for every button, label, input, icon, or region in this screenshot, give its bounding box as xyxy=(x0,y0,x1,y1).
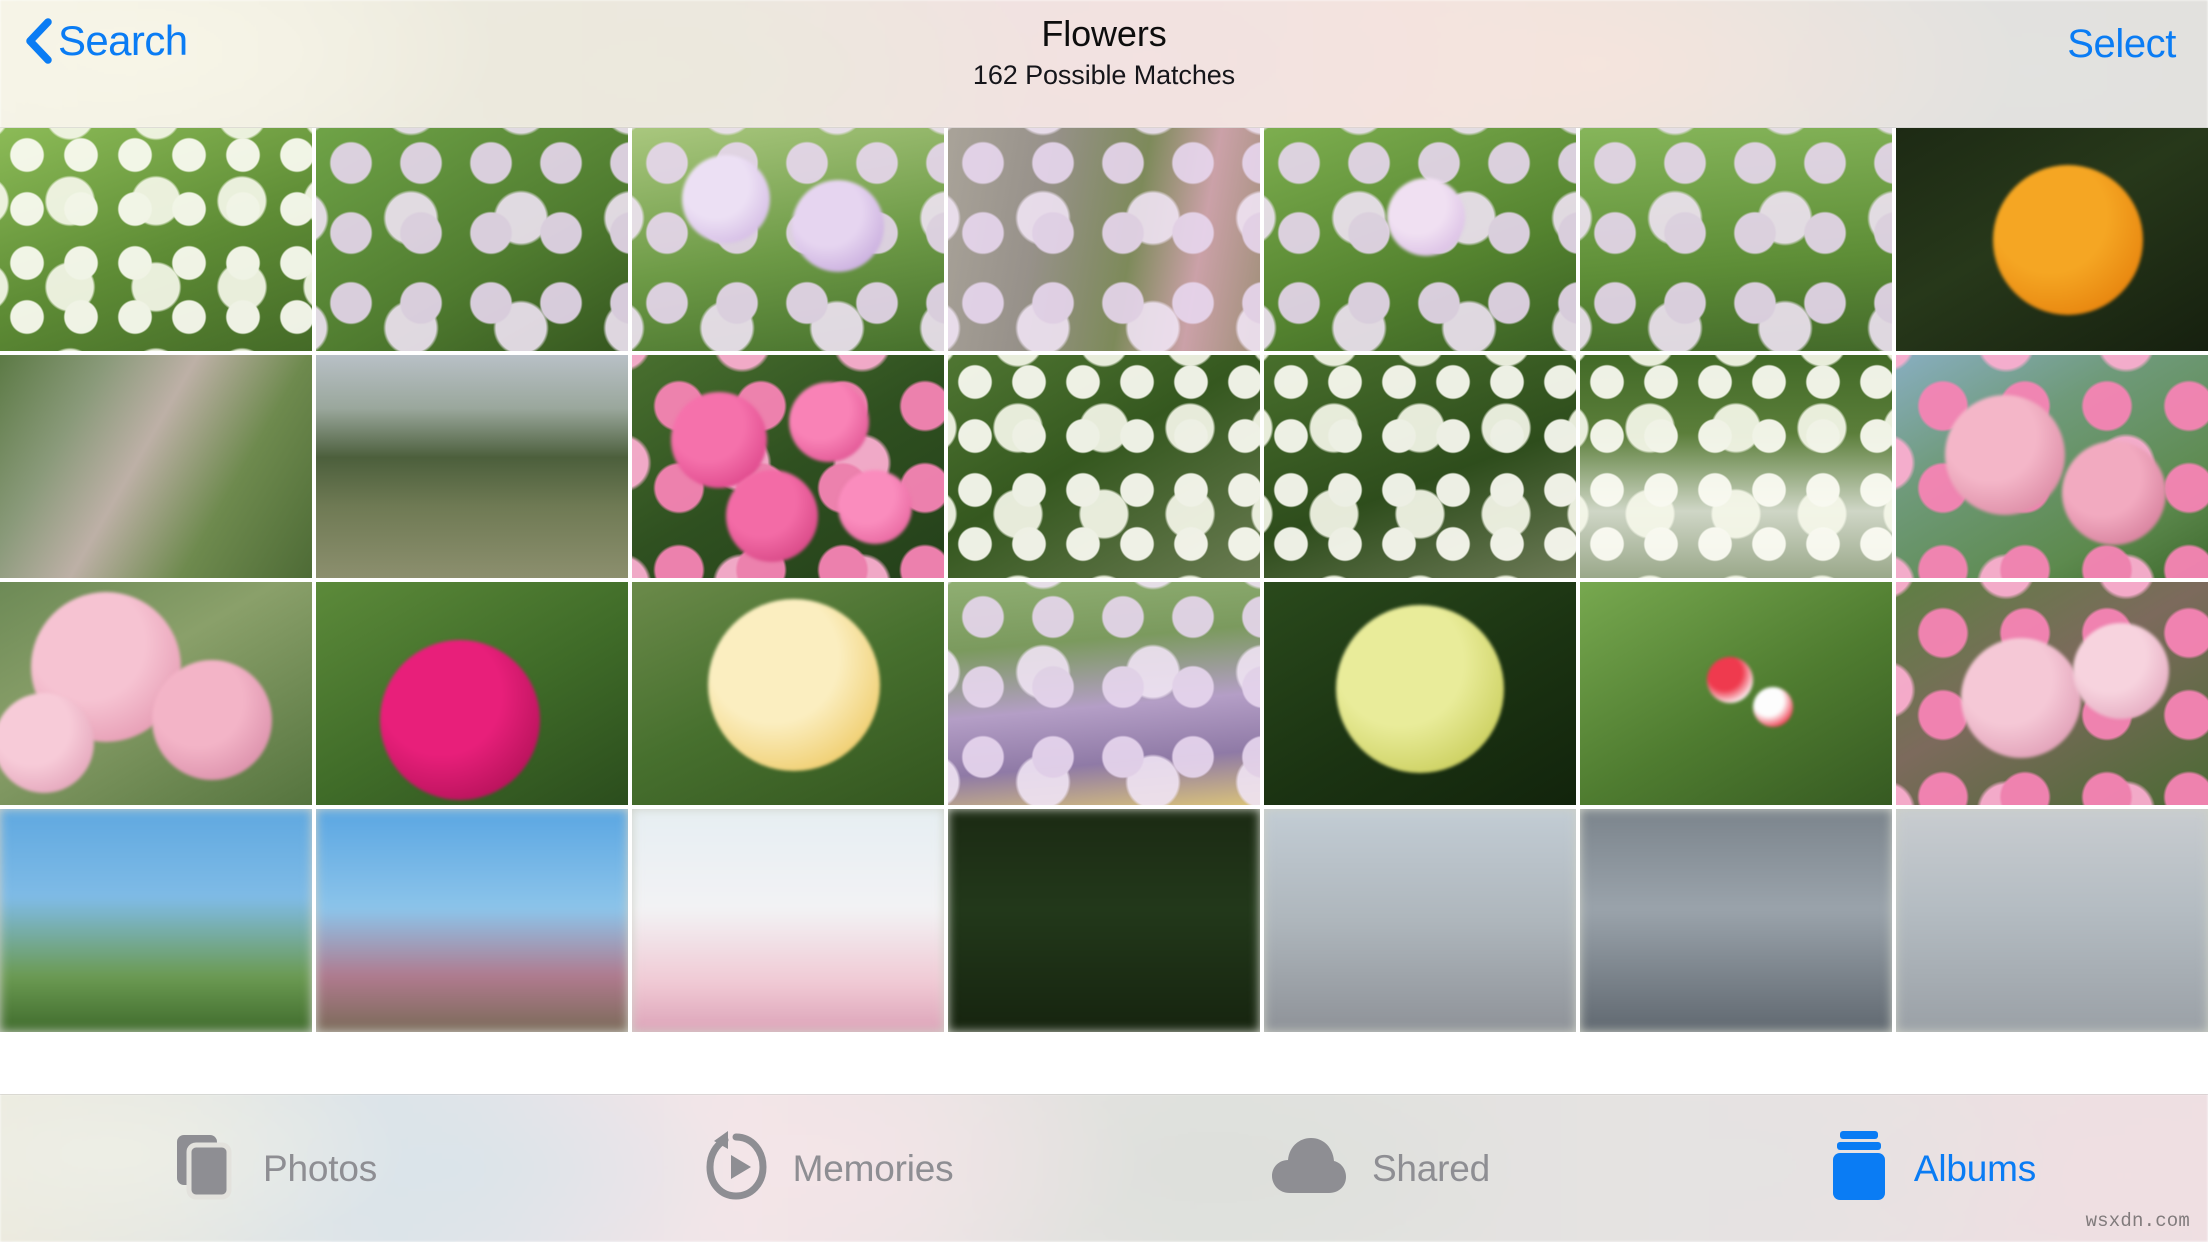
photo-thumbnail[interactable] xyxy=(0,355,312,578)
photo-thumbnail[interactable] xyxy=(316,355,628,578)
navbar-hairline xyxy=(0,127,2208,128)
photo-flower-detail xyxy=(1896,128,2208,351)
photo-image xyxy=(948,809,1260,1032)
photo-thumbnail[interactable] xyxy=(1580,355,1892,578)
photo-image xyxy=(1264,355,1576,578)
photo-image xyxy=(1264,809,1576,1032)
photos-stack-icon xyxy=(175,1131,239,1206)
photo-image xyxy=(316,128,628,351)
photo-thumbnail[interactable] xyxy=(316,809,628,1032)
photo-thumbnail[interactable] xyxy=(948,128,1260,351)
memories-play-icon xyxy=(703,1129,769,1208)
photo-thumbnail[interactable] xyxy=(1264,355,1576,578)
photo-image xyxy=(632,809,944,1032)
photo-flower-detail xyxy=(1896,582,2208,805)
photo-thumbnail[interactable] xyxy=(0,128,312,351)
photo-thumbnail[interactable] xyxy=(0,809,312,1032)
tab-memories-label: Memories xyxy=(792,1147,954,1189)
photo-image xyxy=(1580,128,1892,351)
photo-thumbnail[interactable] xyxy=(1580,582,1892,805)
photo-thumbnail[interactable] xyxy=(1896,582,2208,805)
site-watermark: wsxdn.com xyxy=(2085,1210,2190,1232)
photo-thumbnail[interactable] xyxy=(1580,809,1892,1032)
tab-photos[interactable]: Photos xyxy=(0,1094,552,1242)
photo-thumbnail[interactable] xyxy=(1264,582,1576,805)
photo-image xyxy=(948,128,1260,351)
photo-flower-detail xyxy=(1264,128,1576,351)
page-subtitle-match-count: 162 Possible Matches xyxy=(972,59,1236,90)
navbar-title-block: Flowers 162 Possible Matches xyxy=(0,0,2208,93)
photo-flower-detail xyxy=(632,355,944,578)
photo-flower-detail xyxy=(632,582,944,805)
photo-image xyxy=(1896,809,2208,1032)
tab-shared[interactable]: Shared xyxy=(1104,1094,1656,1242)
photo-thumbnail[interactable] xyxy=(1896,355,2208,578)
photo-thumbnail[interactable] xyxy=(632,355,944,578)
photo-thumbnail[interactable] xyxy=(0,582,312,805)
photo-image xyxy=(948,355,1260,578)
photo-image xyxy=(948,582,1260,805)
photo-thumbnail[interactable] xyxy=(1580,128,1892,351)
tab-photos-label: Photos xyxy=(263,1147,377,1189)
photos-app-screen: Search Flowers 162 Possible Matches Sele… xyxy=(0,0,2208,1242)
photo-thumbnail[interactable] xyxy=(632,809,944,1032)
photo-flower-detail xyxy=(1896,355,2208,578)
photo-thumbnail[interactable] xyxy=(632,128,944,351)
photo-flower-detail xyxy=(1580,582,1892,805)
page-title: Flowers xyxy=(1041,13,1167,54)
cloud-icon xyxy=(1270,1135,1348,1202)
photo-grid[interactable] xyxy=(0,128,2208,1094)
albums-book-icon xyxy=(1828,1129,1890,1208)
photo-image xyxy=(1580,355,1892,578)
tab-albums-label: Albums xyxy=(1913,1147,2037,1189)
navigation-bar: Search Flowers 162 Possible Matches Sele… xyxy=(0,0,2208,128)
photo-thumbnail[interactable] xyxy=(1896,809,2208,1032)
photo-image xyxy=(0,355,312,578)
photo-thumbnail[interactable] xyxy=(632,582,944,805)
photo-thumbnail[interactable] xyxy=(1264,128,1576,351)
photo-thumbnail[interactable] xyxy=(1264,809,1576,1032)
photo-flower-detail xyxy=(1264,582,1576,805)
photo-flower-detail xyxy=(632,128,944,351)
photo-thumbnail[interactable] xyxy=(316,582,628,805)
photo-thumbnail[interactable] xyxy=(948,582,1260,805)
photo-image xyxy=(1580,809,1892,1032)
select-button[interactable]: Select xyxy=(2067,22,2176,67)
photo-flower-detail xyxy=(0,582,312,805)
photo-image xyxy=(316,809,628,1032)
tab-bar: Photos Memories Shared Albums xyxy=(0,1094,2208,1242)
tab-memories[interactable]: Memories xyxy=(552,1094,1104,1242)
photo-image xyxy=(316,355,628,578)
photo-thumbnail[interactable] xyxy=(1896,128,2208,351)
photo-thumbnail[interactable] xyxy=(316,128,628,351)
photo-thumbnail[interactable] xyxy=(948,355,1260,578)
photo-image xyxy=(0,128,312,351)
photo-image xyxy=(0,809,312,1032)
photo-flower-detail xyxy=(316,582,628,805)
tab-shared-label: Shared xyxy=(1371,1147,1491,1189)
photo-thumbnail[interactable] xyxy=(948,809,1260,1032)
